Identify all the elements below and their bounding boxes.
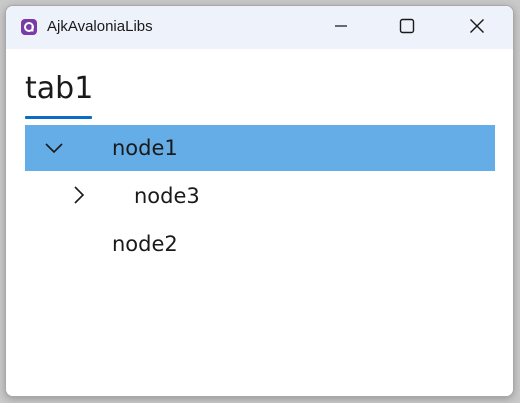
tab-tab1[interactable]: tab1 <box>25 69 93 109</box>
chevron-down-icon[interactable] <box>42 136 66 160</box>
avalonia-logo-icon <box>20 18 38 36</box>
maximize-button[interactable] <box>384 6 430 49</box>
window-title: AjkAvaloniaLibs <box>47 18 153 35</box>
window-content: tab1 node1 node3 node2 <box>6 49 513 396</box>
minimize-button[interactable] <box>318 6 364 49</box>
chevron-right-icon[interactable] <box>67 183 91 207</box>
tree-view: node1 node3 node2 <box>25 125 495 269</box>
minimize-icon <box>334 18 348 37</box>
maximize-icon <box>399 18 415 38</box>
close-button[interactable] <box>454 6 500 49</box>
tree-node-node1[interactable]: node1 <box>25 125 495 173</box>
tree-node-label: node1 <box>112 136 178 160</box>
app-window: AjkAvaloniaLibs tab1 node1 node3 node2 <box>5 5 514 397</box>
tree-node-node2[interactable]: node2 <box>25 221 495 269</box>
title-bar[interactable]: AjkAvaloniaLibs <box>6 6 513 49</box>
tree-node-label: node2 <box>112 232 178 256</box>
close-icon <box>469 18 485 38</box>
tab-selected-indicator <box>25 116 92 119</box>
tree-node-label: node3 <box>134 184 200 208</box>
tree-node-node3[interactable]: node3 <box>25 173 495 221</box>
selection-highlight <box>25 125 495 171</box>
